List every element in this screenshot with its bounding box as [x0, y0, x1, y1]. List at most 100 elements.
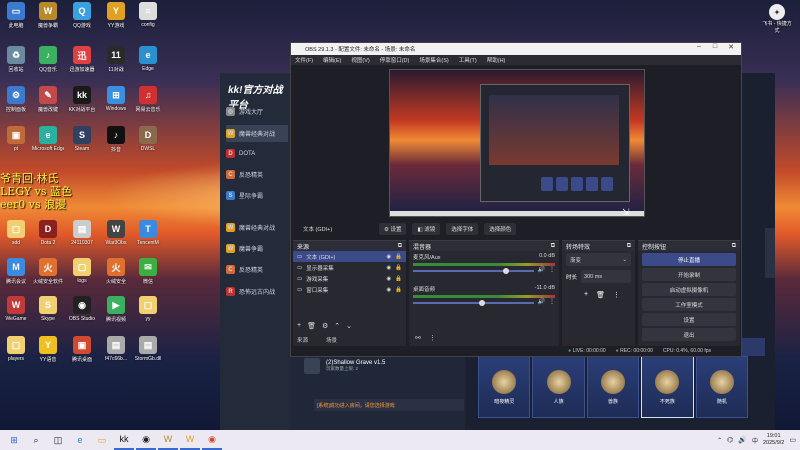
mixer-menu-icon[interactable]: ⋮ [429, 334, 436, 342]
desktop-icon[interactable]: ▭ 此电脑 [0, 2, 32, 29]
volume-icon[interactable]: 🔊 [738, 436, 747, 444]
taskbar-app-icon[interactable]: ⊞ [4, 430, 24, 450]
stop-streaming-button[interactable]: 停止直播 [642, 253, 736, 266]
start-recording-button[interactable]: 开始录制 [642, 268, 736, 281]
eye-icon[interactable]: ◉ [386, 265, 391, 271]
desktop-icon[interactable]: ♫ 网易云音乐 [132, 86, 164, 113]
duration-field[interactable]: 300 ms [581, 270, 631, 283]
desktop-icon[interactable]: ✎ 魔兽改键 [32, 86, 64, 113]
dock-undock-icon[interactable]: ⧉ [732, 243, 736, 250]
taskbar-app-icon[interactable]: ⌕ [26, 430, 46, 450]
taskbar-app-icon[interactable]: e [70, 430, 90, 450]
desktop-shortcut-feishu[interactable]: ✦ 飞书 - 快捷方式 [760, 4, 794, 34]
desktop-icon[interactable]: 火火绒安全 [100, 258, 132, 285]
chevron-up-icon[interactable]: ⌃ [717, 437, 722, 444]
clock[interactable]: 19:01 2025/9/2 [763, 433, 784, 447]
desktop-icon[interactable]: Y YY语音 [32, 336, 64, 363]
desktop-icon[interactable]: ♻ 回收站 [0, 46, 32, 73]
taskbar-app-icon[interactable]: ◉ [136, 430, 156, 450]
minimize-icon[interactable]: – [691, 43, 707, 51]
close-icon[interactable]: ✕ [723, 43, 739, 51]
desktop-icon[interactable]: ▢ sdd [0, 220, 32, 246]
menu-item[interactable]: 停靠窗口(D) [380, 56, 410, 64]
move-down-icon[interactable]: ⌄ [346, 322, 352, 330]
source-filters-button[interactable]: ◧ 滤镜 [412, 223, 441, 235]
taskbar-app-icon[interactable]: W [180, 430, 200, 450]
race-option[interactable]: 兽族 [586, 356, 640, 418]
tab-sources[interactable]: 来源 [297, 336, 308, 344]
maximize-icon[interactable]: □ [707, 43, 723, 51]
settings-button[interactable]: 设置 [642, 313, 736, 326]
source-properties-icon[interactable]: ⚙ [322, 322, 328, 330]
desktop-icon[interactable]: ▶ 腾讯视频 [100, 296, 132, 323]
lock-icon[interactable]: 🔒 [395, 265, 402, 271]
lock-icon[interactable]: 🔒 [395, 287, 402, 293]
desktop-icon[interactable]: ▤ 24110307 [66, 220, 98, 246]
game-nav-item[interactable]: C 反恐精英 [226, 166, 288, 183]
desktop-icon[interactable]: ▣ 腾讯桌面 [66, 336, 98, 363]
volume-icon[interactable]: 🔊 [538, 298, 545, 305]
volume-slider[interactable] [413, 268, 534, 274]
desktop-icon[interactable]: Y YY游戏 [100, 2, 132, 29]
desktop-icon[interactable]: ♪ QQ音乐 [32, 46, 64, 73]
menu-item[interactable]: 工具(T) [459, 56, 477, 64]
dock-undock-icon[interactable]: ⧉ [398, 243, 402, 250]
transition-menu-icon[interactable]: ⋮ [613, 291, 620, 299]
dock-undock-icon[interactable]: ⧉ [551, 243, 555, 250]
desktop-icon[interactable]: T TencentM [132, 220, 164, 246]
desktop-icon[interactable]: kk KK对战平台 [66, 86, 98, 113]
source-item[interactable]: ▭ 游戏采集 ◉ 🔒 [293, 273, 406, 284]
add-transition-icon[interactable]: + [584, 291, 588, 299]
add-source-icon[interactable]: + [297, 322, 301, 330]
taskbar-app-icon[interactable]: ▭ [92, 430, 112, 450]
desktop-icon[interactable]: S Skype [32, 296, 64, 322]
dock-undock-icon[interactable]: ⧉ [627, 243, 631, 250]
taskbar-app-icon[interactable]: W [158, 430, 178, 450]
input-language[interactable]: 中 [752, 436, 758, 445]
slider-thumb[interactable] [479, 300, 486, 306]
game-nav-item[interactable]: S 星际争霸 [226, 187, 288, 204]
game-nav-item[interactable]: D DOTA [226, 145, 288, 162]
race-option[interactable]: 暗夜精灵 [478, 356, 531, 418]
menu-item[interactable]: 帮助(H) [487, 56, 506, 64]
desktop-icon[interactable]: D DWSL [132, 126, 164, 152]
desktop-icon[interactable]: Q QQ游戏 [66, 2, 98, 29]
desktop-icon[interactable]: ▢ logs [66, 258, 98, 284]
remove-source-icon[interactable]: 🗑 [307, 322, 316, 330]
game-scroll-handle[interactable] [765, 228, 775, 278]
desktop-icon[interactable]: 11 11对战 [100, 46, 132, 73]
desktop-icon[interactable]: W WeGame [0, 296, 32, 322]
remove-transition-icon[interactable]: 🗑 [596, 291, 605, 299]
eye-icon[interactable]: ◉ [386, 287, 391, 293]
race-option[interactable]: 随机 [695, 356, 749, 418]
eye-icon[interactable]: ◉ [386, 254, 391, 260]
desktop-icon[interactable]: e Microsoft Edge [32, 126, 64, 152]
transition-select[interactable]: 渐变 ⌄ [566, 253, 631, 266]
taskbar-app-icon[interactable]: ◫ [48, 430, 68, 450]
source-item[interactable]: ▭ 文本 (GDI+) ◉ 🔒 [293, 251, 406, 262]
desktop-icon[interactable]: ▣ pt [0, 126, 32, 152]
desktop-icon[interactable]: M 腾讯会议 [0, 258, 32, 285]
volume-slider[interactable] [413, 300, 534, 306]
desktop-icon[interactable]: ✉ 微信 [132, 258, 164, 285]
desktop-icon[interactable]: ▤ StormGb.dll [132, 336, 164, 362]
tab-scenes[interactable]: 场景 [326, 336, 337, 344]
desktop-icon[interactable]: ▤ f47c66b... [100, 336, 132, 362]
network-icon[interactable]: ⌬ [727, 436, 733, 444]
desktop-icon[interactable]: e Edge [132, 46, 164, 72]
race-option[interactable]: 不死族 [641, 356, 694, 418]
source-item[interactable]: ▭ 窗口采集 ◉ 🔒 [293, 284, 406, 295]
game-nav-item[interactable]: R 恐怖远古内战 [226, 283, 288, 300]
menu-item[interactable]: 编辑(E) [323, 56, 341, 64]
eye-icon[interactable]: ◉ [386, 276, 391, 282]
channel-menu-icon[interactable]: ⋮ [549, 266, 555, 273]
game-nav-item[interactable]: C 反恐精英 [226, 261, 288, 278]
studio-mode-button[interactable]: 工作室模式 [642, 298, 736, 311]
exit-button[interactable]: 退出 [642, 328, 736, 341]
desktop-icon[interactable]: ♪ 抖音 [100, 126, 132, 153]
race-option[interactable]: 人族 [532, 356, 585, 418]
menu-item[interactable]: 文件(F) [295, 56, 313, 64]
desktop-icon[interactable]: S Steam [66, 126, 98, 152]
desktop-icon[interactable]: W 魔兽争霸 [32, 2, 64, 29]
taskbar-app-icon[interactable]: ◉ [202, 430, 222, 450]
